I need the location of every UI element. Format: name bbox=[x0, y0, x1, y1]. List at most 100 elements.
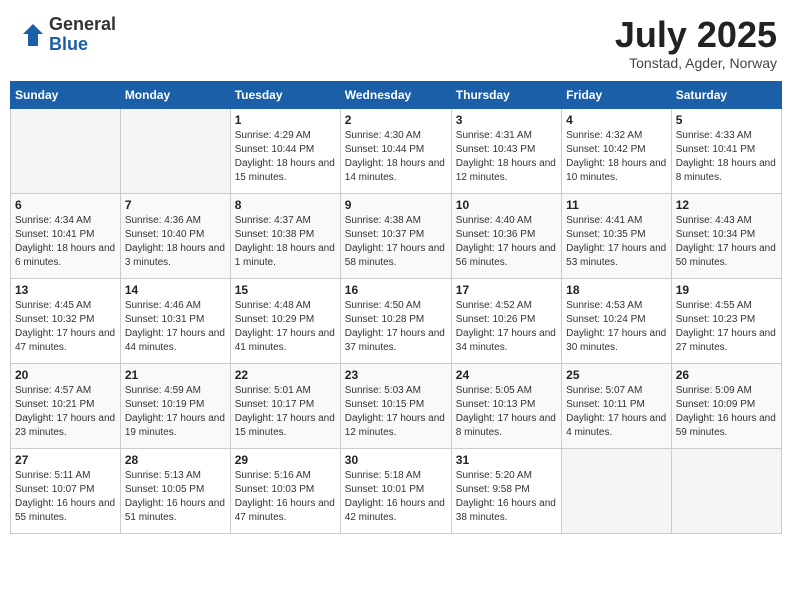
calendar-cell: 25Sunrise: 5:07 AMSunset: 10:11 PMDaylig… bbox=[562, 363, 672, 448]
day-info: Sunrise: 5:16 AMSunset: 10:03 PMDaylight… bbox=[235, 469, 336, 525]
day-number: 9 bbox=[345, 198, 447, 212]
logo-icon bbox=[15, 20, 45, 50]
logo-blue-text: Blue bbox=[49, 35, 116, 55]
day-number: 22 bbox=[235, 368, 336, 382]
calendar-cell: 27 Sunrise: 5:11 AMSunset: 10:07 PMDaylig… bbox=[11, 448, 121, 533]
day-number: 4 bbox=[566, 113, 667, 127]
calendar-cell: 3Sunrise: 4:31 AMSunset: 10:43 PMDayligh… bbox=[451, 108, 561, 193]
day-info: Sunrise: 5:01 AMSunset: 10:17 PMDaylight… bbox=[235, 384, 336, 440]
day-number: 23 bbox=[345, 368, 447, 382]
calendar-cell: 14 Sunrise: 4:46 AMSunset: 10:31 PMDaylig… bbox=[120, 278, 230, 363]
title-block: July 2025 Tonstad, Agder, Norway bbox=[615, 15, 777, 71]
week-row-3: 13Sunrise: 4:45 AMSunset: 10:32 PMDaylig… bbox=[11, 278, 782, 363]
day-number: 2 bbox=[345, 113, 447, 127]
day-number: 11 bbox=[566, 198, 667, 212]
day-info: Sunrise: 4:37 AMSunset: 10:38 PMDaylight… bbox=[235, 214, 336, 270]
day-info: Sunrise: 4:30 AMSunset: 10:44 PMDaylight… bbox=[345, 129, 447, 185]
week-row-1: 1 Sunrise: 4:29 AMSunset: 10:44 PMDayligh… bbox=[11, 108, 782, 193]
day-number: 16 bbox=[345, 283, 447, 297]
day-number: 8 bbox=[235, 198, 336, 212]
calendar-cell: 8 Sunrise: 4:37 AMSunset: 10:38 PMDayligh… bbox=[230, 193, 340, 278]
calendar-cell: 10 Sunrise: 4:40 AMSunset: 10:36 PMDaylig… bbox=[451, 193, 561, 278]
column-header-monday: Monday bbox=[120, 81, 230, 108]
day-number: 19 bbox=[676, 283, 777, 297]
calendar-cell: 18 Sunrise: 4:53 AMSunset: 10:24 PMDaylig… bbox=[562, 278, 672, 363]
day-number: 17 bbox=[456, 283, 557, 297]
day-number: 28 bbox=[125, 453, 226, 467]
day-number: 15 bbox=[235, 283, 336, 297]
location-title: Tonstad, Agder, Norway bbox=[615, 55, 777, 71]
calendar-cell: 4 Sunrise: 4:32 AMSunset: 10:42 PMDayligh… bbox=[562, 108, 672, 193]
logo-text: General Blue bbox=[49, 15, 116, 55]
day-info: Sunrise: 4:40 AMSunset: 10:36 PMDaylight… bbox=[456, 214, 557, 270]
day-number: 21 bbox=[125, 368, 226, 382]
column-header-friday: Friday bbox=[562, 81, 672, 108]
day-info: Sunrise: 4:53 AMSunset: 10:24 PMDaylight… bbox=[566, 299, 667, 355]
calendar-header-row: SundayMondayTuesdayWednesdayThursdayFrid… bbox=[11, 81, 782, 108]
day-info: Sunrise: 5:05 AMSunset: 10:13 PMDaylight… bbox=[456, 384, 557, 440]
day-info: Sunrise: 4:38 AMSunset: 10:37 PMDaylight… bbox=[345, 214, 447, 270]
day-info: Sunrise: 5:13 AMSunset: 10:05 PMDaylight… bbox=[125, 469, 226, 525]
calendar-cell: 31Sunrise: 5:20 AMSunset: 9:58 PMDayligh… bbox=[451, 448, 561, 533]
day-number: 20 bbox=[15, 368, 116, 382]
calendar-cell: 28 Sunrise: 5:13 AMSunset: 10:05 PMDaylig… bbox=[120, 448, 230, 533]
day-info: Sunrise: 5:11 AMSunset: 10:07 PMDaylight… bbox=[15, 469, 116, 525]
day-number: 7 bbox=[125, 198, 226, 212]
calendar-cell: 26 Sunrise: 5:09 AMSunset: 10:09 PMDaylig… bbox=[671, 363, 781, 448]
calendar-cell: 12 Sunrise: 4:43 AMSunset: 10:34 PMDaylig… bbox=[671, 193, 781, 278]
day-info: Sunrise: 4:33 AMSunset: 10:41 PMDaylight… bbox=[676, 129, 777, 185]
day-info: Sunrise: 4:50 AMSunset: 10:28 PMDaylight… bbox=[345, 299, 447, 355]
day-number: 26 bbox=[676, 368, 777, 382]
day-info: Sunrise: 4:57 AMSunset: 10:21 PMDaylight… bbox=[15, 384, 116, 440]
day-number: 12 bbox=[676, 198, 777, 212]
day-info: Sunrise: 4:43 AMSunset: 10:34 PMDaylight… bbox=[676, 214, 777, 270]
calendar-cell: 2 Sunrise: 4:30 AMSunset: 10:44 PMDayligh… bbox=[340, 108, 451, 193]
logo-general-text: General bbox=[49, 15, 116, 35]
day-info: Sunrise: 4:32 AMSunset: 10:42 PMDaylight… bbox=[566, 129, 667, 185]
day-info: Sunrise: 4:46 AMSunset: 10:31 PMDaylight… bbox=[125, 299, 226, 355]
calendar-cell bbox=[671, 448, 781, 533]
calendar-cell bbox=[11, 108, 121, 193]
day-info: Sunrise: 5:09 AMSunset: 10:09 PMDaylight… bbox=[676, 384, 777, 440]
day-number: 3 bbox=[456, 113, 557, 127]
week-row-2: 6Sunrise: 4:34 AMSunset: 10:41 PMDayligh… bbox=[11, 193, 782, 278]
calendar-cell bbox=[120, 108, 230, 193]
calendar-cell: 1 Sunrise: 4:29 AMSunset: 10:44 PMDayligh… bbox=[230, 108, 340, 193]
day-info: Sunrise: 4:59 AMSunset: 10:19 PMDaylight… bbox=[125, 384, 226, 440]
day-info: Sunrise: 5:03 AMSunset: 10:15 PMDaylight… bbox=[345, 384, 447, 440]
day-info: Sunrise: 4:29 AMSunset: 10:44 PMDaylight… bbox=[235, 129, 336, 185]
column-header-saturday: Saturday bbox=[671, 81, 781, 108]
day-number: 29 bbox=[235, 453, 336, 467]
day-info: Sunrise: 4:55 AMSunset: 10:23 PMDaylight… bbox=[676, 299, 777, 355]
calendar-table: SundayMondayTuesdayWednesdayThursdayFrid… bbox=[10, 81, 782, 534]
week-row-5: 27 Sunrise: 5:11 AMSunset: 10:07 PMDaylig… bbox=[11, 448, 782, 533]
day-number: 25 bbox=[566, 368, 667, 382]
day-number: 1 bbox=[235, 113, 336, 127]
column-header-wednesday: Wednesday bbox=[340, 81, 451, 108]
day-info: Sunrise: 4:34 AMSunset: 10:41 PMDaylight… bbox=[15, 214, 116, 270]
calendar-cell: 30Sunrise: 5:18 AMSunset: 10:01 PMDaylig… bbox=[340, 448, 451, 533]
day-number: 24 bbox=[456, 368, 557, 382]
logo: General Blue bbox=[15, 15, 116, 55]
calendar-cell: 9 Sunrise: 4:38 AMSunset: 10:37 PMDayligh… bbox=[340, 193, 451, 278]
calendar-cell: 15 Sunrise: 4:48 AMSunset: 10:29 PMDaylig… bbox=[230, 278, 340, 363]
day-number: 27 bbox=[15, 453, 116, 467]
day-info: Sunrise: 5:18 AMSunset: 10:01 PMDaylight… bbox=[345, 469, 447, 525]
day-number: 10 bbox=[456, 198, 557, 212]
column-header-tuesday: Tuesday bbox=[230, 81, 340, 108]
calendar-cell: 16 Sunrise: 4:50 AMSunset: 10:28 PMDaylig… bbox=[340, 278, 451, 363]
day-info: Sunrise: 4:41 AMSunset: 10:35 PMDaylight… bbox=[566, 214, 667, 270]
calendar-cell: 11 Sunrise: 4:41 AMSunset: 10:35 PMDaylig… bbox=[562, 193, 672, 278]
calendar-cell bbox=[562, 448, 672, 533]
calendar-cell: 5 Sunrise: 4:33 AMSunset: 10:41 PMDayligh… bbox=[671, 108, 781, 193]
calendar-cell: 13Sunrise: 4:45 AMSunset: 10:32 PMDaylig… bbox=[11, 278, 121, 363]
day-info: Sunrise: 4:45 AMSunset: 10:32 PMDaylight… bbox=[15, 299, 116, 355]
week-row-4: 20 Sunrise: 4:57 AMSunset: 10:21 PMDaylig… bbox=[11, 363, 782, 448]
calendar-cell: 24 Sunrise: 5:05 AMSunset: 10:13 PMDaylig… bbox=[451, 363, 561, 448]
day-number: 18 bbox=[566, 283, 667, 297]
day-info: Sunrise: 4:48 AMSunset: 10:29 PMDaylight… bbox=[235, 299, 336, 355]
day-number: 14 bbox=[125, 283, 226, 297]
day-number: 31 bbox=[456, 453, 557, 467]
day-number: 5 bbox=[676, 113, 777, 127]
calendar-cell: 7Sunrise: 4:36 AMSunset: 10:40 PMDayligh… bbox=[120, 193, 230, 278]
